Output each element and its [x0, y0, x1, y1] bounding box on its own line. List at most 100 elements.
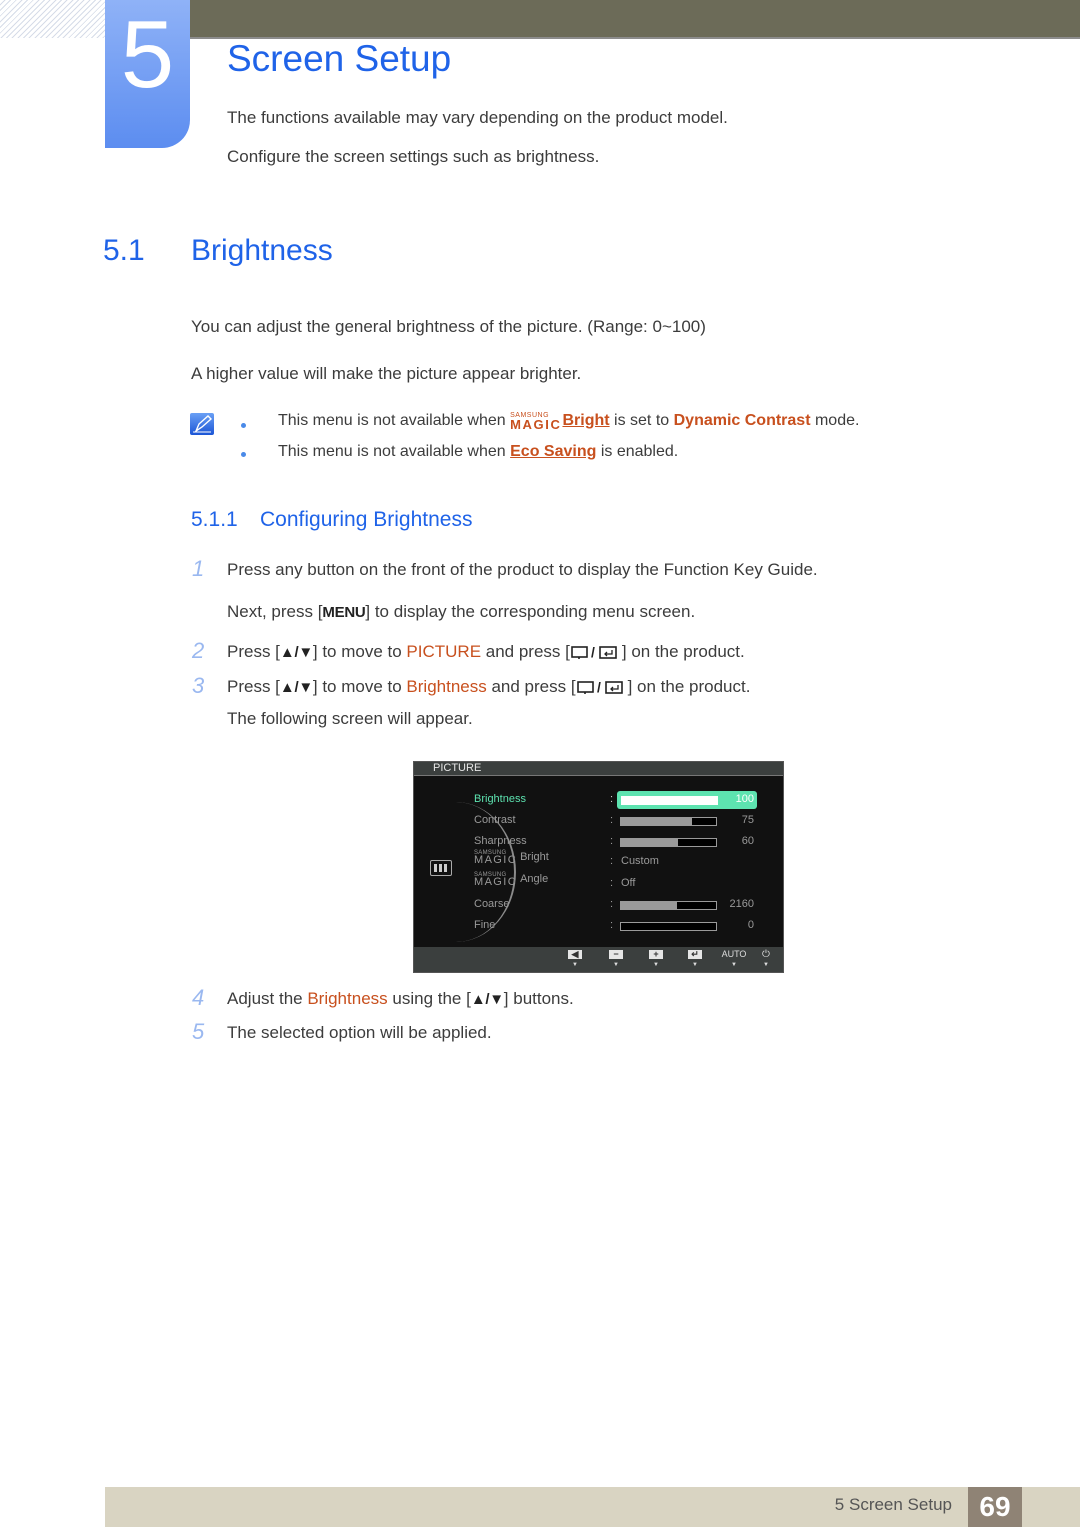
note-icon: [190, 413, 216, 437]
samsung-magic-logo: SAMSUNG MAGIC: [474, 872, 518, 888]
brightness-highlight: Brightness: [307, 989, 388, 1008]
header-bar: [190, 0, 1080, 39]
step-text-part: ] buttons.: [503, 989, 574, 1008]
step-3-followup: The following screen will appear.: [227, 709, 473, 728]
intro-line-1: The functions available may vary dependi…: [227, 108, 728, 127]
down-arrow-icon: ▼: [692, 962, 698, 968]
osd-enter-button[interactable]: ↵ ▼: [683, 950, 707, 968]
osd-row-bright[interactable]: SAMSUNG MAGIC Bright: Custom: [474, 850, 774, 871]
osd-slider-fill: [621, 839, 678, 846]
osd-row-coarse[interactable]: Coarse: 2160: [474, 896, 774, 914]
osd-minus-button[interactable]: − ▼: [604, 950, 628, 968]
up-down-arrows-icon: ▲/▼: [279, 679, 313, 696]
osd-row-fine[interactable]: Fine: 0: [474, 917, 774, 935]
step-text-part: Press [: [227, 677, 280, 696]
osd-colon: :: [610, 898, 614, 910]
step-number: 2: [192, 638, 205, 663]
osd-row-value: 0: [747, 919, 754, 931]
osd-slider-bar[interactable]: [621, 796, 718, 805]
samsung-magic-logo: SAMSUNG MAGIC: [474, 850, 518, 866]
menu-key-label: MENU: [322, 604, 366, 621]
header-hatch-decoration: [0, 0, 105, 38]
step-number: 3: [192, 673, 205, 698]
footer-section-label: 5 Screen Setup: [834, 1495, 952, 1514]
down-arrow-icon: ▼: [763, 962, 769, 968]
osd-colon: :: [610, 835, 614, 847]
auto-label: AUTO: [721, 949, 747, 959]
source-enter-icon: /: [576, 679, 628, 700]
osd-row-label: SAMSUNG MAGIC Bright: [474, 850, 549, 866]
osd-slider-bar[interactable]: [620, 817, 717, 826]
up-down-arrows-icon: ▲/▼: [470, 991, 504, 1008]
osd-row-value: 60: [741, 835, 754, 847]
samsung-magic-logo: SAMSUNG MAGIC: [510, 411, 561, 431]
left-arrow-icon: ◀: [568, 950, 582, 959]
osd-slider-fill: [621, 818, 693, 825]
section-title: Brightness: [191, 234, 333, 267]
step-text-part: ] on the product.: [627, 677, 751, 696]
osd-row-value: Off: [621, 877, 636, 889]
note-1: This menu is not available when SAMSUNG M…: [278, 411, 860, 431]
osd-row-value: 75: [741, 814, 754, 826]
svg-text:/: /: [597, 679, 601, 695]
step-text-part: Adjust the: [227, 989, 308, 1008]
note-1-middle: is set to: [609, 412, 674, 429]
osd-colon: :: [610, 814, 614, 826]
power-icon: ⏻: [762, 949, 770, 960]
section-number: 5.1: [103, 234, 145, 267]
osd-row-angle[interactable]: SAMSUNG MAGIC Angle: Off: [474, 872, 774, 893]
picture-highlight: PICTURE: [406, 642, 482, 661]
subsection-title: Configuring Brightness: [260, 508, 473, 531]
note-2: This menu is not available when Eco Savi…: [278, 443, 678, 461]
osd-slider-bar[interactable]: [620, 901, 717, 910]
note-1-suffix: mode.: [810, 412, 860, 429]
osd-row-label: SAMSUNG MAGIC Angle: [474, 872, 549, 888]
osd-colon: :: [610, 855, 614, 867]
note-1-prefix: This menu is not available when: [278, 412, 511, 429]
step-text-part: ] to display the corresponding menu scre…: [365, 602, 696, 621]
osd-power-button[interactable]: ⏻ ▼: [754, 949, 778, 969]
step-text-part: ] to move to: [312, 642, 407, 661]
eco-saving-link[interactable]: Eco Saving: [510, 443, 596, 460]
step-text-part: ] on the product.: [621, 642, 745, 661]
osd-row-label: Fine: [474, 919, 496, 931]
osd-slider-fill: [621, 902, 678, 909]
osd-header: PICTURE: [414, 762, 783, 776]
osd-slider-bar[interactable]: [620, 922, 717, 931]
down-arrow-icon: ▼: [572, 962, 578, 968]
osd-row-value: 2160: [729, 898, 754, 910]
note-2-suffix: is enabled.: [596, 443, 679, 460]
page-number: 69: [968, 1487, 1022, 1527]
step-text-part: ] to move to: [312, 677, 407, 696]
up-down-arrows-icon: ▲/▼: [279, 644, 313, 661]
down-arrow-icon: ▼: [731, 962, 737, 968]
note-bullet: [241, 452, 246, 457]
step-1-text: Press any button on the front of the pro…: [227, 560, 818, 579]
step-text-part: using the [: [387, 989, 471, 1008]
magic-bright-link[interactable]: Bright: [562, 412, 609, 429]
osd-row-sharpness[interactable]: Sharpness: 60: [474, 833, 774, 851]
osd-title: PICTURE: [433, 762, 482, 774]
subsection-number: 5.1.1: [191, 508, 238, 531]
osd-picture-menu: PICTURE Brightness: 100 Contrast: 75 Sharpne…: [413, 761, 784, 973]
osd-row-label: Sharpness: [474, 835, 527, 847]
osd-row-brightness[interactable]: Brightness: 100: [474, 791, 774, 809]
osd-row-value: 100: [735, 793, 754, 805]
step-2-text: Press [▲/▼] to move to PICTURE and press…: [227, 642, 745, 665]
step-text-part: Next, press [: [227, 602, 323, 621]
osd-auto-button[interactable]: AUTO ▼: [719, 949, 749, 969]
osd-left-button[interactable]: ◀ ▼: [563, 950, 587, 968]
note-bullet: [241, 423, 246, 428]
osd-plus-button[interactable]: + ▼: [644, 950, 668, 968]
osd-slider-bar[interactable]: [620, 838, 717, 847]
step-text-part: Press [: [227, 642, 280, 661]
osd-row-label: Brightness: [474, 793, 526, 805]
step-4-text: Adjust the Brightness using the [▲/▼] bu…: [227, 989, 574, 1009]
section-paragraph-1: You can adjust the general brightness of…: [191, 317, 706, 336]
source-enter-icon: /: [570, 644, 622, 665]
brightness-highlight: Brightness: [406, 677, 487, 696]
section-paragraph-2: A higher value will make the picture app…: [191, 364, 582, 383]
osd-colon: :: [610, 919, 614, 931]
osd-row-contrast[interactable]: Contrast: 75: [474, 812, 774, 830]
chapter-title: Screen Setup: [227, 38, 452, 79]
